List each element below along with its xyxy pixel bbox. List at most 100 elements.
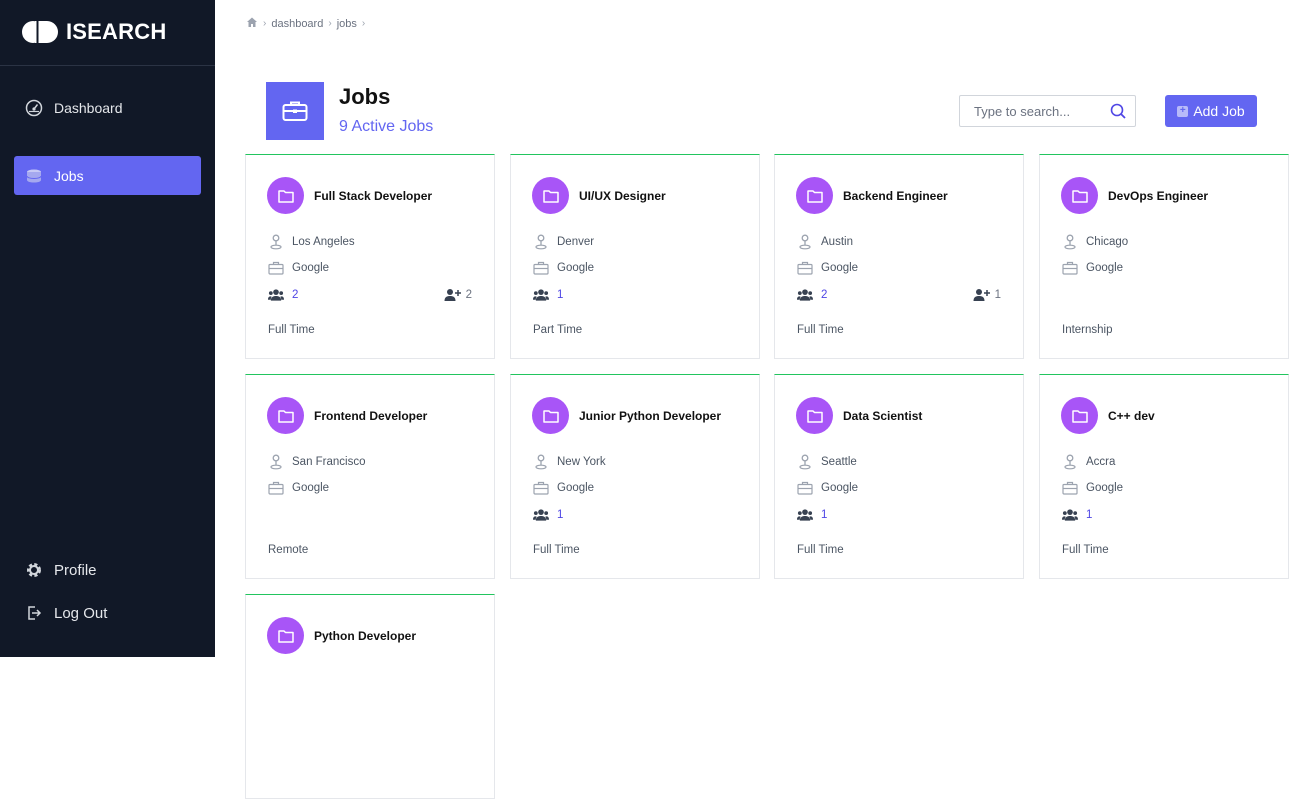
folder-avatar <box>532 177 569 214</box>
job-hires-count: 1 <box>994 289 1001 301</box>
job-card[interactable]: Data Scientist Seattle Google 1 Full Tim… <box>774 374 1024 579</box>
app-logo[interactable]: ISEARCH <box>22 19 166 45</box>
job-type: Part Time <box>533 324 583 336</box>
job-type: Full Time <box>533 544 580 556</box>
job-company-text: Google <box>557 482 595 494</box>
job-company: Google <box>1062 480 1123 496</box>
folder-icon <box>277 409 294 423</box>
job-company: Google <box>533 260 594 276</box>
job-company: Google <box>797 480 858 496</box>
job-location: Seattle <box>797 454 857 470</box>
job-applicants[interactable]: 2 <box>797 287 827 303</box>
job-location-text: Denver <box>557 236 595 248</box>
job-card[interactable]: Full Stack Developer Los Angeles Google … <box>245 154 495 359</box>
breadcrumb-jobs[interactable]: jobs <box>337 18 357 30</box>
location-pin-icon <box>268 234 284 250</box>
user-plus-icon <box>444 287 462 303</box>
job-title[interactable]: Junior Python Developer <box>579 409 721 423</box>
search-icon[interactable] <box>1105 97 1131 125</box>
job-title[interactable]: Backend Engineer <box>843 189 948 203</box>
job-location-text: Los Angeles <box>292 236 355 248</box>
breadcrumb-separator: › <box>328 18 332 29</box>
job-title[interactable]: UI/UX Designer <box>579 189 666 203</box>
job-applicants-count: 2 <box>292 289 299 301</box>
folder-icon <box>277 189 294 203</box>
job-company: Google <box>268 480 329 496</box>
job-applicants[interactable]: 1 <box>533 507 563 523</box>
job-company: Google <box>797 260 858 276</box>
folder-avatar <box>532 397 569 434</box>
job-applicants[interactable]: 1 <box>1062 507 1092 523</box>
location-pin-icon <box>1062 234 1078 250</box>
users-icon <box>1062 507 1078 523</box>
logout-icon <box>24 603 44 623</box>
job-company-text: Google <box>557 262 595 274</box>
sidebar-item-jobs[interactable]: Jobs <box>14 156 201 195</box>
user-plus-icon <box>973 287 991 303</box>
logo-icon <box>22 21 58 43</box>
job-applicants[interactable]: 1 <box>797 507 827 523</box>
job-card[interactable]: Frontend Developer San Francisco Google … <box>245 374 495 579</box>
job-applicants[interactable]: 1 <box>533 287 563 303</box>
add-job-label: Add Job <box>1193 103 1245 119</box>
job-hires[interactable]: 2 <box>444 287 472 303</box>
breadcrumb-dashboard[interactable]: dashboard <box>271 18 323 30</box>
job-title[interactable]: DevOps Engineer <box>1108 189 1208 203</box>
job-card[interactable]: UI/UX Designer Denver Google 1 Part Time <box>510 154 760 359</box>
job-location-text: San Francisco <box>292 456 366 468</box>
job-applicants[interactable]: 2 <box>268 287 298 303</box>
job-title[interactable]: Frontend Developer <box>314 409 427 423</box>
location-pin-icon <box>533 234 549 250</box>
folder-avatar <box>796 397 833 434</box>
location-pin-icon <box>797 234 813 250</box>
job-card[interactable]: C++ dev Accra Google 1 Full Time <box>1039 374 1289 579</box>
job-card[interactable]: Backend Engineer Austin Google 2 1 Full <box>774 154 1024 359</box>
job-location: Austin <box>797 234 853 250</box>
job-card[interactable]: DevOps Engineer Chicago Google Internshi… <box>1039 154 1289 359</box>
job-type: Full Time <box>797 544 844 556</box>
add-job-button[interactable]: + Add Job <box>1165 95 1257 127</box>
job-card[interactable]: Python Developer <box>245 594 495 799</box>
job-applicants-count: 1 <box>557 289 564 301</box>
job-hires[interactable]: 1 <box>973 287 1001 303</box>
home-icon[interactable] <box>246 16 258 31</box>
gear-icon <box>24 560 44 580</box>
job-company-text: Google <box>292 262 330 274</box>
briefcase-icon <box>268 480 284 496</box>
sidebar-item-profile[interactable]: Profile <box>24 560 97 580</box>
briefcase-icon <box>1062 480 1078 496</box>
folder-avatar <box>267 397 304 434</box>
folder-icon <box>1071 409 1088 423</box>
job-title[interactable]: Python Developer <box>314 629 416 643</box>
sidebar-item-label: Profile <box>54 561 97 579</box>
job-title[interactable]: C++ dev <box>1108 409 1155 423</box>
sidebar-item-dashboard[interactable]: Dashboard <box>14 88 201 127</box>
job-location: Accra <box>1062 454 1115 470</box>
job-company-text: Google <box>1086 262 1124 274</box>
folder-avatar <box>1061 397 1098 434</box>
job-title[interactable]: Data Scientist <box>843 409 922 423</box>
job-company: Google <box>1062 260 1123 276</box>
job-location: Los Angeles <box>268 234 355 250</box>
job-location-text: New York <box>557 456 606 468</box>
job-type: Full Time <box>1062 544 1109 556</box>
briefcase-icon <box>533 260 549 276</box>
search-input[interactable] <box>960 97 1105 125</box>
folder-icon <box>806 189 823 203</box>
job-location-text: Austin <box>821 236 853 248</box>
job-applicants-count: 1 <box>821 509 828 521</box>
sidebar-divider <box>0 65 215 66</box>
page-icon <box>266 82 324 140</box>
job-location-text: Chicago <box>1086 236 1129 248</box>
job-card[interactable]: Junior Python Developer New York Google … <box>510 374 760 579</box>
sidebar-item-logout[interactable]: Log Out <box>24 603 107 623</box>
job-location-text: Seattle <box>821 456 857 468</box>
folder-avatar <box>267 177 304 214</box>
folder-avatar <box>1061 177 1098 214</box>
location-pin-icon <box>797 454 813 470</box>
job-title[interactable]: Full Stack Developer <box>314 189 432 203</box>
folder-icon <box>542 409 559 423</box>
job-applicants-count: 1 <box>1086 509 1093 521</box>
job-applicants-count: 1 <box>557 509 564 521</box>
job-location: Denver <box>533 234 594 250</box>
